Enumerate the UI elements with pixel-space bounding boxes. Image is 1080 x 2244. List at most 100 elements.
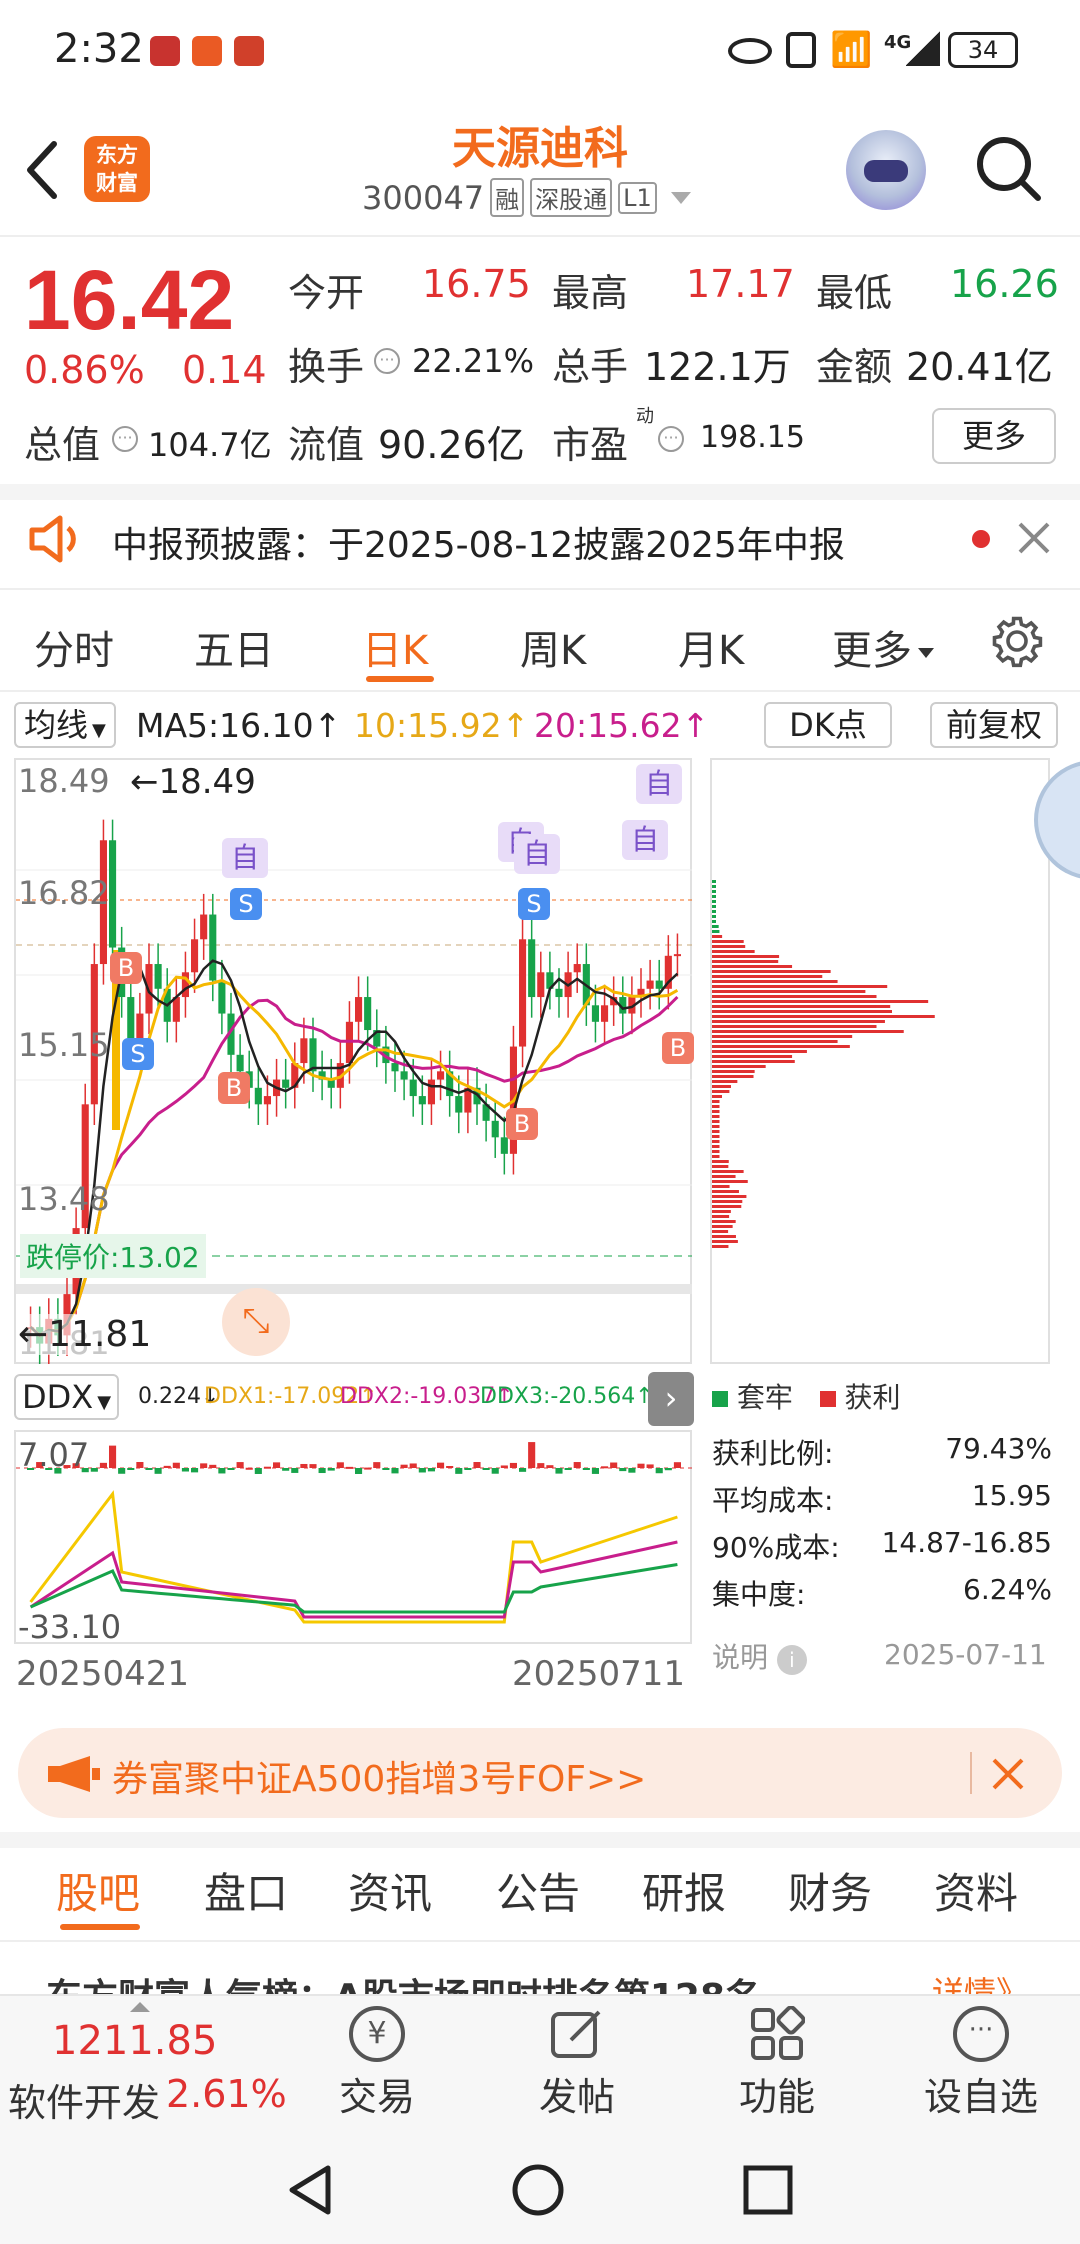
nav-trade[interactable]: ¥ 交易 xyxy=(322,2006,432,2121)
nav-recents-icon[interactable] xyxy=(740,2162,796,2218)
limit-down-label: 跌停价:13.02 xyxy=(20,1234,206,1278)
ad-banner[interactable]: 券富聚中证A500指增3号FOF>> xyxy=(18,1728,1062,1818)
ticker-row[interactable]: 东方财富人气榜：A股市场即时排名第128名 详情》 xyxy=(0,1942,1080,1998)
candle-body xyxy=(674,954,681,956)
ddx-top-label: 7.07 xyxy=(18,1436,89,1474)
chip-bar xyxy=(712,975,822,978)
index-value[interactable]: 1211.85 xyxy=(52,2018,217,2064)
ddx-bar xyxy=(382,1468,389,1470)
index-pct[interactable]: 2.61% xyxy=(166,2072,287,2116)
marker-s[interactable]: S xyxy=(518,888,550,920)
ddx-bar xyxy=(227,1468,234,1470)
nav-home-icon[interactable] xyxy=(510,2162,566,2218)
tab-zixun[interactable]: 资讯 xyxy=(348,1860,432,1921)
marker-zi[interactable]: 自 xyxy=(622,820,668,860)
marker-zi[interactable]: 自 xyxy=(514,834,560,874)
ddx-selector[interactable]: DDX ▼ xyxy=(14,1374,119,1420)
ddx-bar xyxy=(136,1462,143,1468)
nav-function[interactable]: 功能 xyxy=(722,2006,832,2121)
info-icon[interactable]: ··· xyxy=(658,426,684,452)
candle-body xyxy=(492,1121,499,1138)
quote-panel: 16.42 0.86% 0.14 今开 16.75 最高 17.17 最低 16… xyxy=(0,236,1080,484)
more-button[interactable]: 更多 xyxy=(932,408,1056,464)
chip-bar xyxy=(712,885,716,888)
marker-zi[interactable]: 自 xyxy=(636,764,682,804)
tab-pankou[interactable]: 盘口 xyxy=(204,1860,288,1921)
chip-bar xyxy=(712,890,716,893)
tab-yanbao[interactable]: 研报 xyxy=(642,1860,726,1921)
tab-caiwu[interactable]: 财务 xyxy=(788,1860,872,1921)
candle-body xyxy=(282,1080,289,1088)
marker-s[interactable]: S xyxy=(122,1038,154,1070)
marker-s[interactable]: S xyxy=(230,888,262,920)
bottom-content-tabs: 股吧 盘口 资讯 公告 研报 财务 资料 xyxy=(0,1850,1080,1940)
kline-chart[interactable]: 18.49 16.82 15.15 13.48 11.81 ←18.49 ←11… xyxy=(14,758,692,1364)
close-icon[interactable] xyxy=(990,1756,1026,1792)
badge-rong: 融 xyxy=(490,178,524,217)
high-value: 17.17 xyxy=(686,262,795,306)
marker-b[interactable]: B xyxy=(218,1072,250,1104)
chip-bar xyxy=(712,1055,792,1058)
close-icon[interactable] xyxy=(1016,520,1052,556)
chip-bar xyxy=(712,1020,885,1023)
ddx-bar xyxy=(182,1468,189,1472)
tab-guba[interactable]: 股吧 xyxy=(56,1860,140,1921)
chip-bar xyxy=(712,970,831,973)
gear-icon[interactable] xyxy=(990,614,1044,668)
info-icon[interactable]: ··· xyxy=(112,426,138,452)
header: 东方 财富 天源迪科 300047 融 深股通 L1 xyxy=(0,100,1080,236)
ddx-bar xyxy=(656,1468,663,1473)
nav-add-watchlist[interactable]: ··· 设自选 xyxy=(906,2006,1056,2121)
nav-back-icon[interactable] xyxy=(282,2162,338,2218)
expand-icon[interactable]: ⤡ xyxy=(222,1288,290,1356)
dk-button[interactable]: DK点 xyxy=(764,702,892,748)
chip-bar xyxy=(712,900,716,903)
index-name[interactable]: 软件开发 xyxy=(8,2072,160,2127)
chip-bar xyxy=(712,930,719,933)
marker-b[interactable]: B xyxy=(506,1108,538,1140)
chip-bar xyxy=(712,1050,807,1053)
chip-distribution xyxy=(710,758,1050,1364)
ddx-bar xyxy=(619,1468,626,1471)
chip-bar xyxy=(712,1040,838,1043)
dropdown-caret-icon[interactable] xyxy=(671,192,691,204)
tab-more[interactable]: 更多 xyxy=(832,618,934,676)
search-icon[interactable] xyxy=(974,134,1044,204)
pe-value: 198.15 xyxy=(700,420,805,455)
tab-active-underline xyxy=(366,676,434,682)
nav-post[interactable]: 发帖 xyxy=(522,2006,632,2121)
chip-note[interactable]: 说明 i xyxy=(712,1636,807,1676)
ddx-bar xyxy=(601,1466,608,1468)
candle-body xyxy=(264,1096,271,1104)
float-label: 流值 xyxy=(288,414,364,469)
robot-avatar-icon[interactable] xyxy=(846,130,926,210)
tab-ziliao[interactable]: 资料 xyxy=(934,1860,1018,1921)
ddx-bar xyxy=(583,1468,590,1470)
tab-wuri[interactable]: 五日 xyxy=(194,618,274,676)
ddx-chart: 7.07 -33.10 xyxy=(14,1430,692,1644)
tab-fenshi[interactable]: 分时 xyxy=(34,618,114,676)
tab-zhouk[interactable]: 周K xyxy=(520,618,586,676)
ma-selector[interactable]: 均线 ▼ xyxy=(14,702,116,748)
ad-divider xyxy=(970,1752,972,1794)
ddx-expand-button[interactable]: › xyxy=(648,1372,694,1426)
notice-bar[interactable]: 中报预披露：于2025-08-12披露2025年中报 xyxy=(0,500,1080,576)
marker-b[interactable]: B xyxy=(662,1032,694,1064)
tab-yuek[interactable]: 月K xyxy=(678,618,744,676)
fq-button[interactable]: 前复权 xyxy=(930,702,1058,748)
tab-gonggao[interactable]: 公告 xyxy=(496,1860,580,1921)
ddx-bar xyxy=(109,1446,116,1468)
amount-label: 金额 xyxy=(816,336,892,391)
tab-rik[interactable]: 日K xyxy=(362,618,428,676)
info-circle-icon: i xyxy=(777,1645,807,1675)
ddx-bar xyxy=(473,1462,480,1468)
marker-zi[interactable]: 自 xyxy=(222,838,268,878)
chip-bar xyxy=(712,1240,738,1243)
marker-b[interactable]: B xyxy=(110,952,142,984)
caret-up-icon xyxy=(130,2002,150,2012)
ddx-header: DDX ▼ 0.224↓ DDX1:-17.092↑ DDX2:-19.037↑ … xyxy=(0,1366,700,1426)
chip-bar xyxy=(712,960,778,963)
info-icon[interactable]: ··· xyxy=(374,348,400,374)
ddx-bar xyxy=(610,1463,617,1468)
ma5-value: MA5:16.10↑ xyxy=(136,706,341,745)
